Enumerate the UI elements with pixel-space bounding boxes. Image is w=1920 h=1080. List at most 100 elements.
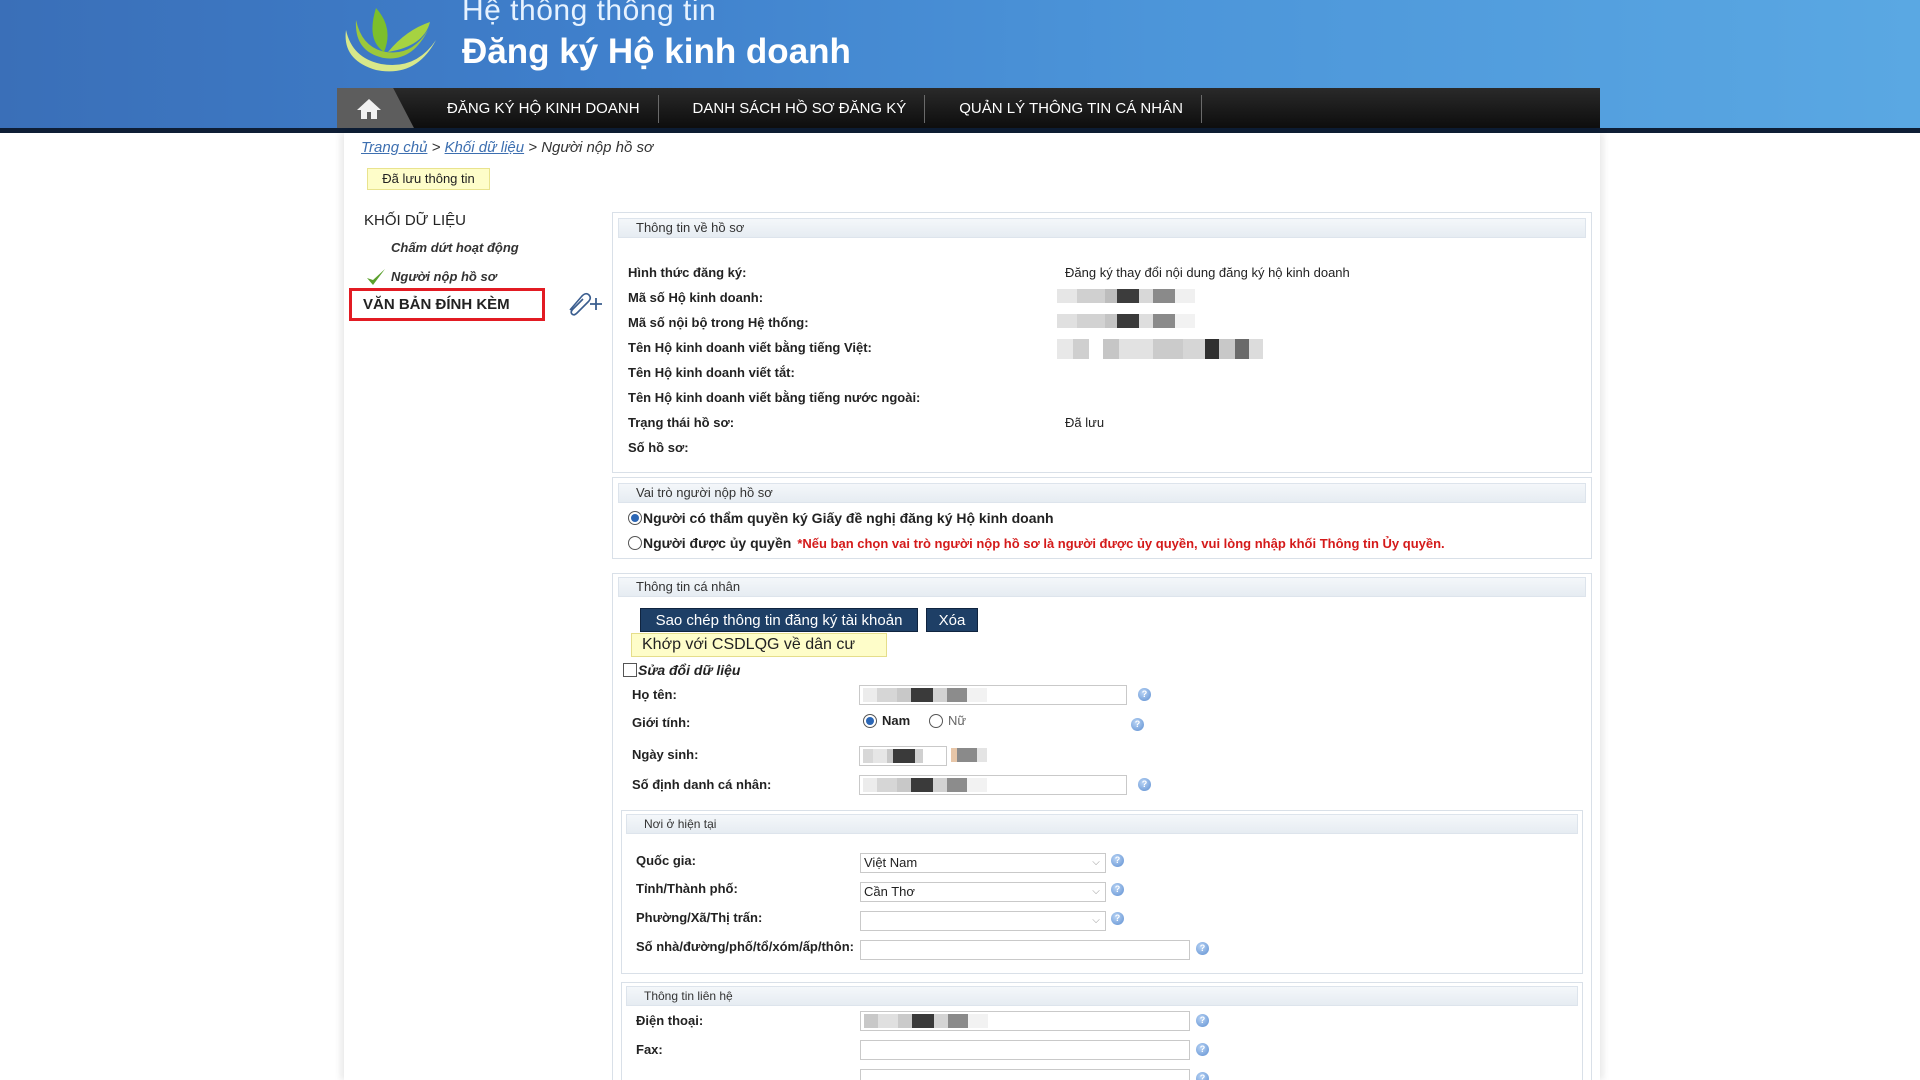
dossier-status-label: Trạng thái hồ sơ: xyxy=(628,415,735,430)
sidebar-item-attachments[interactable]: VĂN BẢN ĐÍNH KÈM xyxy=(349,288,545,321)
business-code-redacted xyxy=(1057,289,1195,303)
help-icon[interactable]: ? xyxy=(1196,1014,1209,1027)
contact-header: Thông tin liên hệ xyxy=(626,986,1578,1006)
nav-registration-list[interactable]: DANH SÁCH HỒ SƠ ĐĂNG KÝ xyxy=(675,95,926,123)
gender-female-option[interactable]: Nữ xyxy=(929,713,966,728)
gender-female-radio[interactable] xyxy=(929,713,943,728)
help-icon[interactable]: ? xyxy=(1138,688,1151,701)
gender-label: Giới tính: xyxy=(632,715,691,730)
phone-input[interactable] xyxy=(860,1011,1190,1031)
dob-label: Ngày sinh: xyxy=(632,747,699,762)
breadcrumb: Trang chủ > Khối dữ liệu > Người nộp hồ … xyxy=(361,139,653,156)
help-icon[interactable]: ? xyxy=(1138,778,1151,791)
copy-account-info-button[interactable]: Sao chép thông tin đăng ký tài khoản xyxy=(640,608,918,632)
internal-code-label: Mã số nội bộ trong Hệ thống: xyxy=(628,315,809,330)
personal-id-input[interactable] xyxy=(859,775,1127,795)
chevron-down-icon: ⌵ xyxy=(1092,857,1100,868)
home-icon xyxy=(357,99,381,119)
country-select[interactable]: Việt Nam ⌵ xyxy=(860,853,1106,873)
phone-label: Điện thoại: xyxy=(636,1013,704,1028)
attach-add-icon[interactable] xyxy=(564,290,604,316)
full-name-label: Họ tên: xyxy=(632,687,677,702)
business-name-vn-redacted xyxy=(1057,339,1263,359)
sidebar-item-submitter[interactable]: Người nộp hồ sơ xyxy=(391,269,496,284)
edit-data-label: Sửa đổi dữ liệu xyxy=(638,662,741,678)
residence-header: Nơi ở hiện tại xyxy=(626,814,1578,834)
full-name-input[interactable] xyxy=(859,685,1127,705)
breadcrumb-home-link[interactable]: Trang chủ xyxy=(361,139,427,156)
business-name-foreign-label: Tên Hộ kinh doanh viết bằng tiếng nước n… xyxy=(628,390,921,405)
role-option-authorized-signer[interactable]: Người có thẩm quyền ký Giấy đề nghị đăng… xyxy=(628,510,1054,526)
nav-register-business[interactable]: ĐĂNG KÝ HỘ KINH DOANH xyxy=(429,95,659,123)
dossier-info-panel: Thông tin về hồ sơ Hình thức đăng ký: Đă… xyxy=(612,212,1592,473)
help-icon[interactable]: ? xyxy=(1131,718,1144,731)
checkmark-icon xyxy=(367,269,385,285)
nav-home-button[interactable] xyxy=(337,88,415,130)
country-label: Quốc gia: xyxy=(636,853,696,868)
province-value: Cần Thơ xyxy=(864,884,915,899)
main-navbar: ĐĂNG KÝ HỘ KINH DOANH DANH SÁCH HỒ SƠ ĐĂ… xyxy=(337,88,1600,130)
help-icon[interactable]: ? xyxy=(1111,883,1124,896)
help-icon[interactable]: ? xyxy=(1196,1043,1209,1056)
dossier-info-header: Thông tin về hồ sơ xyxy=(618,218,1586,238)
personal-info-header: Thông tin cá nhân xyxy=(618,577,1586,597)
email-input[interactable] xyxy=(860,1069,1190,1080)
contact-panel: Thông tin liên hệ Điện thoại: ? Fax: ? ? xyxy=(621,982,1583,1080)
personal-id-label: Số định danh cá nhân: xyxy=(632,777,772,792)
role-radio-signer[interactable] xyxy=(628,511,642,525)
role-radio-proxy[interactable] xyxy=(628,536,642,550)
help-icon[interactable]: ? xyxy=(1111,854,1124,867)
province-select[interactable]: Cần Thơ ⌵ xyxy=(860,882,1106,902)
full-name-redacted xyxy=(863,688,987,702)
personal-id-redacted xyxy=(863,778,987,792)
country-value: Việt Nam xyxy=(864,855,918,870)
breadcrumb-data-block-link[interactable]: Khối dữ liệu xyxy=(445,139,525,156)
edit-data-option[interactable]: Sửa đổi dữ liệu xyxy=(623,662,740,678)
address-label: Số nhà/đường/phố/tổ/xóm/ấp/thôn: xyxy=(636,939,854,954)
ward-label: Phường/Xã/Thị trấn: xyxy=(636,910,763,925)
business-code-label: Mã số Hộ kinh doanh: xyxy=(628,290,764,305)
submitter-role-header: Vai trò người nộp hồ sơ xyxy=(618,483,1586,503)
help-icon[interactable]: ? xyxy=(1111,912,1124,925)
province-label: Tỉnh/Thành phố: xyxy=(636,881,738,896)
role-option-signer-label: Người có thẩm quyền ký Giấy đề nghị đăng… xyxy=(643,510,1054,526)
dob-calendar-redacted[interactable] xyxy=(951,748,987,762)
breadcrumb-separator: > xyxy=(431,139,441,156)
chevron-down-icon: ⌵ xyxy=(1092,886,1100,897)
gender-male-radio[interactable] xyxy=(863,713,877,728)
business-name-vn-label: Tên Hộ kinh doanh viết bằng tiếng Việt: xyxy=(628,340,872,355)
logo-icon xyxy=(345,8,436,72)
fax-input[interactable] xyxy=(860,1040,1190,1060)
population-db-match-notice: Khớp với CSDLQG về dân cư xyxy=(631,633,887,657)
registration-type-value: Đăng ký thay đổi nội dung đăng ký hộ kin… xyxy=(1065,265,1350,280)
submitter-role-panel: Vai trò người nộp hồ sơ Người có thẩm qu… xyxy=(612,477,1592,559)
help-icon[interactable]: ? xyxy=(1196,1072,1209,1080)
main-content: Trang chủ > Khối dữ liệu > Người nộp hồ … xyxy=(344,133,1600,1080)
sidebar-item-termination[interactable]: Chấm dứt hoạt động xyxy=(391,240,519,255)
ward-select[interactable]: ⌵ xyxy=(860,911,1106,931)
site-header: Hệ thống thông tin Đăng ký Hộ kinh doanh… xyxy=(0,0,1920,132)
role-option-proxy[interactable]: Người được ủy quyền *Nếu bạn chọn vai tr… xyxy=(628,535,1445,551)
dob-input[interactable] xyxy=(859,746,947,766)
system-title: Hệ thống thông tin xyxy=(462,0,717,27)
role-option-proxy-label: Người được ủy quyền xyxy=(643,535,792,551)
registration-type-label: Hình thức đăng ký: xyxy=(628,265,747,280)
chevron-down-icon: ⌵ xyxy=(1092,915,1100,926)
dossier-number-label: Số hồ sơ: xyxy=(628,440,689,455)
address-input[interactable] xyxy=(860,940,1190,960)
edit-data-checkbox[interactable] xyxy=(623,663,637,677)
fax-label: Fax: xyxy=(636,1042,663,1057)
system-subtitle: Đăng ký Hộ kinh doanh xyxy=(462,32,851,71)
personal-info-panel: Thông tin cá nhân Sao chép thông tin đăn… xyxy=(612,573,1592,1080)
dossier-status-value: Đã lưu xyxy=(1065,415,1105,430)
residence-panel: Nơi ở hiện tại Quốc gia: Việt Nam ⌵ ? Tỉ… xyxy=(621,810,1583,974)
delete-button[interactable]: Xóa xyxy=(926,608,978,632)
gender-male-option[interactable]: Nam xyxy=(863,713,910,728)
phone-redacted xyxy=(864,1014,988,1028)
business-name-short-label: Tên Hộ kinh doanh viết tắt: xyxy=(628,365,795,380)
dob-redacted xyxy=(863,749,923,763)
gender-female-label: Nữ xyxy=(948,713,967,728)
help-icon[interactable]: ? xyxy=(1196,942,1209,955)
nav-personal-info[interactable]: QUẢN LÝ THÔNG TIN CÁ NHÂN xyxy=(941,95,1202,123)
breadcrumb-separator: > xyxy=(528,139,538,156)
